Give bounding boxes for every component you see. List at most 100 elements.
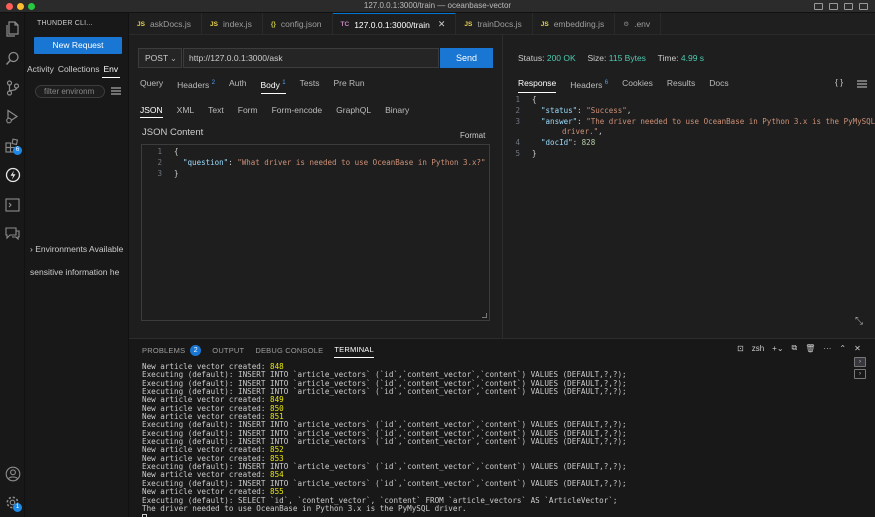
http-method-select[interactable]: POST ⌄ xyxy=(138,48,182,68)
window-title: 127.0.0.1:3000/train — oceanbase-vector xyxy=(363,1,512,10)
terminal-line-text: New article vector created: xyxy=(142,487,271,497)
tab-query[interactable]: Query xyxy=(140,76,163,94)
tab-pre-run[interactable]: Pre Run xyxy=(333,76,364,94)
new-request-button[interactable]: New Request xyxy=(34,37,122,54)
response-tabs: Response Headers 6 Cookies Results Docs xyxy=(518,76,743,93)
resize-handle[interactable] xyxy=(482,313,487,318)
json-key: "question" xyxy=(183,158,229,167)
format-button[interactable]: Format xyxy=(460,131,485,140)
editor-tab-label: config.json xyxy=(280,19,322,29)
editor-tab-config[interactable]: {} config.json xyxy=(263,13,333,34)
body-type-form-encode[interactable]: Form-encode xyxy=(272,103,323,118)
terminal-shell-label[interactable]: zsh xyxy=(752,344,764,353)
request-body-editor[interactable]: 1 { 2 "question": "What driver is needed … xyxy=(141,144,490,321)
json-string: "Success" xyxy=(586,106,627,115)
extensions-icon[interactable]: 6 xyxy=(4,137,22,155)
body-type-json[interactable]: JSON xyxy=(140,103,163,118)
expand-icon[interactable]: ⤡ xyxy=(855,316,863,327)
editor-tab-label: embedding.js xyxy=(553,19,605,29)
search-icon[interactable] xyxy=(4,50,21,67)
tab-collections[interactable]: Collections xyxy=(56,62,102,78)
json-number: 828 xyxy=(581,138,596,147)
chat-icon[interactable] xyxy=(4,224,21,241)
code-line: 2 "question": "What driver is needed to … xyxy=(142,157,485,168)
headers-count: 2 xyxy=(211,80,216,86)
close-icon[interactable]: ✕ xyxy=(438,19,446,30)
editor-tab-train-request[interactable]: TC 127.0.0.1:3000/train ✕ xyxy=(332,13,457,34)
environment-filter-input[interactable]: filter environm xyxy=(35,85,105,98)
menu-icon[interactable] xyxy=(857,80,867,88)
json-view-icon[interactable]: { } xyxy=(835,77,843,87)
json-comma: , xyxy=(598,127,603,136)
trash-icon[interactable]: 🗑 xyxy=(805,344,815,353)
response-status-bar: Status: 200 OK Size: 115 Bytes Time: 4.9… xyxy=(518,53,704,63)
toggle-secondary-sidebar-icon[interactable] xyxy=(844,3,853,10)
body-type-text[interactable]: Text xyxy=(208,103,224,118)
size-label: Size: xyxy=(587,53,607,63)
tab-tests[interactable]: Tests xyxy=(300,76,320,94)
toggle-sidebar-icon[interactable] xyxy=(814,3,823,10)
js-file-icon: JS xyxy=(464,20,473,28)
send-button[interactable]: Send xyxy=(440,48,493,68)
tab-activity[interactable]: Activity xyxy=(25,62,56,78)
menu-icon[interactable] xyxy=(111,87,121,95)
tab-output[interactable]: OUTPUT xyxy=(212,344,244,358)
tab-debug-console[interactable]: DEBUG CONSOLE xyxy=(255,344,323,358)
editor-tab-env[interactable]: ⚙ .env xyxy=(615,13,662,34)
customize-layout-icon[interactable] xyxy=(859,3,868,10)
body-type-graphql[interactable]: GraphQL xyxy=(336,103,371,118)
terminal-output[interactable]: New article vector created: 848 Executing… xyxy=(142,362,842,517)
more-icon[interactable]: ··· xyxy=(823,344,831,353)
sensitive-info-note: sensitive information he xyxy=(30,267,120,277)
tab-cookies[interactable]: Cookies xyxy=(622,76,653,93)
remote-explorer-icon[interactable] xyxy=(4,196,21,213)
terminal-line-number: 855 xyxy=(270,487,284,497)
body-type-form[interactable]: Form xyxy=(238,103,258,118)
terminal-prompt[interactable] xyxy=(142,513,842,517)
toggle-panel-icon[interactable] xyxy=(829,3,838,10)
url-input[interactable]: http://127.0.0.1:3000/ask xyxy=(183,48,439,68)
editor-tab-label: 127.0.0.1:3000/train xyxy=(354,19,430,30)
tab-response-headers[interactable]: Headers 6 xyxy=(570,76,608,93)
body-type-xml[interactable]: XML xyxy=(177,103,194,118)
status-label: Status: xyxy=(518,53,545,63)
add-terminal-icon[interactable]: +⌄ xyxy=(772,344,783,353)
editor-tab-askdocs[interactable]: JS askDocs.js xyxy=(129,13,203,34)
environments-available-header[interactable]: › Environments Available xyxy=(30,244,123,254)
extensions-badge: 6 xyxy=(13,146,22,155)
tab-body[interactable]: Body 1 xyxy=(260,76,286,94)
tab-docs[interactable]: Docs xyxy=(709,76,728,93)
code-text: { xyxy=(174,147,179,156)
tab-headers[interactable]: Headers 2 xyxy=(177,76,215,94)
files-icon[interactable] xyxy=(4,20,21,37)
body-type-binary[interactable]: Binary xyxy=(385,103,409,118)
editor-tab-index[interactable]: JS index.js xyxy=(202,13,263,34)
problems-count-badge: 2 xyxy=(190,345,202,356)
run-debug-icon[interactable] xyxy=(4,108,21,125)
account-icon[interactable] xyxy=(4,465,21,482)
editor-tab-embedding[interactable]: JS embedding.js xyxy=(533,13,616,34)
terminal-line: The driver needed to use OceanBase in Py… xyxy=(142,503,467,513)
line-number: 1 xyxy=(515,95,520,104)
tab-results[interactable]: Results xyxy=(667,76,695,93)
terminal-instance-icon[interactable]: › xyxy=(854,357,866,367)
tab-response-headers-label: Headers xyxy=(570,79,603,90)
tab-env[interactable]: Env xyxy=(101,62,121,78)
tab-auth[interactable]: Auth xyxy=(229,76,247,94)
terminal-instance-icon[interactable]: › xyxy=(854,369,866,379)
tab-response[interactable]: Response xyxy=(518,76,557,93)
close-panel-icon[interactable]: ✕ xyxy=(854,344,861,353)
settings-gear-icon[interactable]: 1 xyxy=(4,494,22,512)
maximize-panel-icon[interactable]: ⌃ xyxy=(839,344,846,353)
json-content-label: JSON Content xyxy=(142,127,204,138)
tab-problems-label: PROBLEMS xyxy=(142,345,186,355)
tab-problems[interactable]: PROBLEMS 2 xyxy=(142,344,202,358)
code-line: 5} xyxy=(510,148,536,159)
source-control-icon[interactable] xyxy=(4,79,21,96)
tab-terminal[interactable]: TERMINAL xyxy=(334,343,374,358)
split-terminal-icon[interactable]: ⧉ xyxy=(792,343,798,353)
split-divider[interactable] xyxy=(502,35,503,338)
editor-tab-traindocs[interactable]: JS trainDocs.js xyxy=(456,13,533,34)
line-number: 1 xyxy=(157,147,162,156)
thunder-client-icon[interactable] xyxy=(4,166,21,183)
